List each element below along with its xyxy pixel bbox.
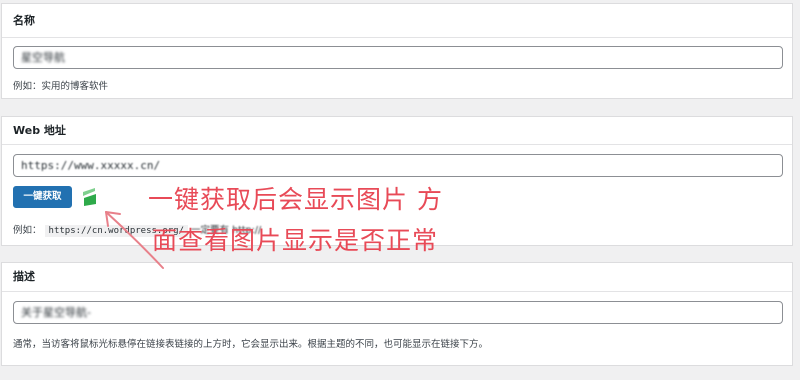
description-panel: 描述 关于星空导航- 通常，当访客将鼠标光标悬停在链接表链接的上方时，它会显示出… [1,262,793,366]
annotation-line-1: 一键获取后会显示图片 方 [148,185,443,214]
name-help-text: 例如：实用的博客软件 [13,81,109,92]
description-heading: 描述 [2,263,792,292]
fetch-button[interactable]: 一键获取 [13,186,72,208]
web-address-heading: Web 地址 [2,117,792,145]
site-favicon-icon [83,188,96,206]
web-help-label: 例如： [13,225,42,236]
description-help-text: 通常，当访客将鼠标光标悬停在链接表链接的上方时，它会显示出来。根据主题的不同，也… [13,339,489,350]
web-address-input[interactable]: https://www.xxxxx.cn/ [13,154,783,177]
name-panel-heading: 名称 [2,4,792,38]
name-panel: 名称 星空导航 例如：实用的博客软件 [1,3,793,99]
annotation-line-2: 面查看图片显示是否正常 [152,226,439,255]
description-input[interactable]: 关于星空导航- [13,301,783,324]
name-input-value: 星空导航 [21,51,65,64]
description-value: 关于星空导航- [21,306,91,319]
web-address-value: https://www.xxxxx.cn/ [21,159,161,172]
name-input[interactable]: 星空导航 [13,46,783,69]
link-edit-page: 名称 星空导航 例如：实用的博客软件 Web 地址 https://www.xx… [0,0,800,380]
